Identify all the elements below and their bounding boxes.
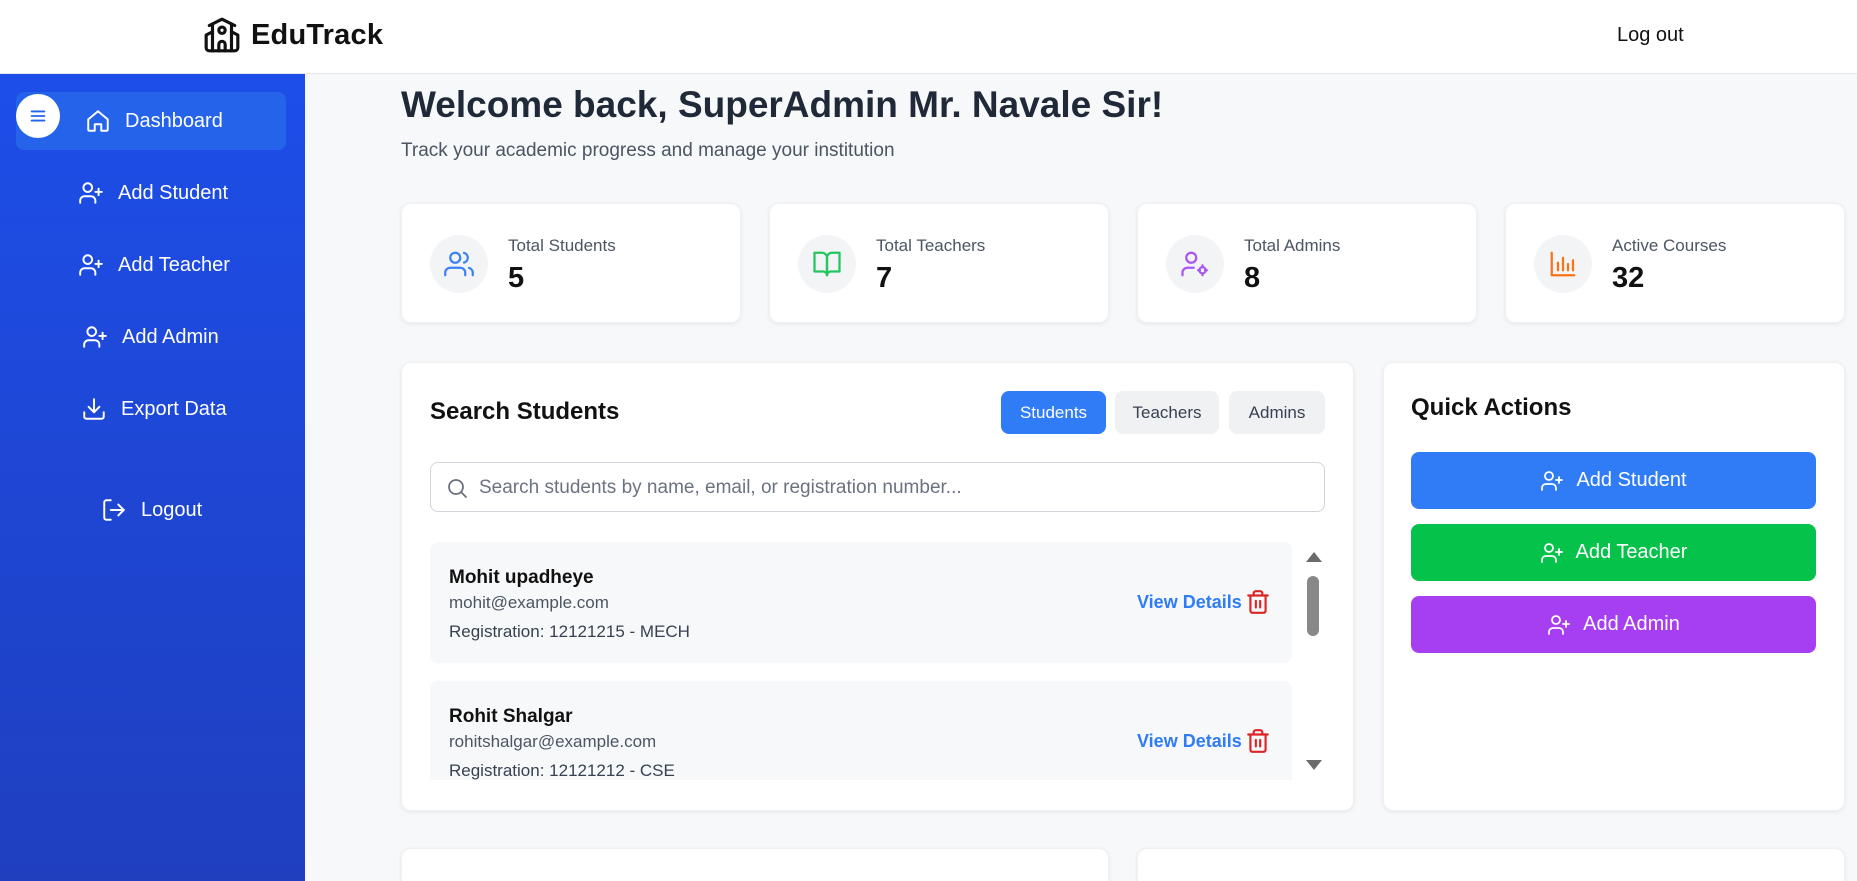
view-details-link[interactable]: View Details <box>1137 592 1242 613</box>
stat-label: Total Admins <box>1244 236 1341 255</box>
download-icon <box>83 398 105 420</box>
student-name: Rohit Shalgar <box>449 706 573 727</box>
search-field[interactable] <box>430 462 1325 512</box>
sidebar-item-add-student[interactable]: Add Student <box>78 180 228 206</box>
bottom-card-right <box>1137 848 1845 881</box>
trash-icon[interactable] <box>1245 589 1271 615</box>
page-subtitle: Track your academic progress and manage … <box>401 140 895 161</box>
list-item: Rohit Shalgar rohitshalgar@example.com R… <box>430 681 1292 780</box>
search-title: Search Students <box>430 398 620 425</box>
tab-students[interactable]: Students <box>1001 391 1106 434</box>
student-email: mohit@example.com <box>449 593 609 612</box>
list-item: Mohit upadheye mohit@example.com Registr… <box>430 542 1292 663</box>
scroll-up-arrow[interactable] <box>1306 552 1322 562</box>
stat-value: 7 <box>876 262 893 294</box>
sidebar-item-add-teacher[interactable]: Add Teacher <box>78 252 230 278</box>
stat-card-admins: Total Admins 8 <box>1137 203 1477 323</box>
user-plus-icon <box>83 326 107 348</box>
scroll-down-arrow[interactable] <box>1306 760 1322 770</box>
book-open-icon <box>813 251 841 277</box>
stat-icon-wrap <box>798 235 856 293</box>
stat-value: 5 <box>508 262 525 294</box>
scroll-thumb[interactable] <box>1307 576 1319 636</box>
stat-icon-wrap <box>1534 235 1592 293</box>
logout-link[interactable]: Log out <box>1617 24 1684 47</box>
results-list[interactable]: Mohit upadheye mohit@example.com Registr… <box>430 540 1295 780</box>
stat-value: 32 <box>1612 262 1645 294</box>
user-plus-icon <box>79 182 103 204</box>
user-plus-icon <box>1541 470 1564 491</box>
menu-icon <box>30 110 46 122</box>
stat-icon-wrap <box>1166 235 1224 293</box>
top-bar: EduTrack Log out <box>0 0 1857 74</box>
quick-add-teacher-button[interactable]: Add Teacher <box>1411 524 1816 581</box>
home-icon <box>87 110 109 132</box>
sidebar-item-label: Add Admin <box>122 325 219 348</box>
quick-add-student-button[interactable]: Add Student <box>1411 452 1816 509</box>
user-cog-icon <box>1181 251 1208 277</box>
student-name: Mohit upadheye <box>449 567 594 588</box>
sidebar-item-label: Add Teacher <box>118 253 230 276</box>
tab-admins[interactable]: Admins <box>1229 391 1325 434</box>
student-email: rohitshalgar@example.com <box>449 732 657 751</box>
stat-card-teachers: Total Teachers 7 <box>769 203 1109 323</box>
button-label: Add Student <box>1576 469 1687 491</box>
sidebar: Dashboard Add Student Add Teacher Add Ad… <box>0 74 305 881</box>
bar-chart-icon <box>1550 251 1576 277</box>
sidebar-item-label: Export Data <box>121 397 227 420</box>
quick-add-admin-button[interactable]: Add Admin <box>1411 596 1816 653</box>
bottom-card-left <box>401 848 1109 881</box>
view-details-link[interactable]: View Details <box>1137 731 1242 752</box>
school-icon <box>204 17 240 53</box>
search-input[interactable] <box>479 473 1309 503</box>
results-scrollbar[interactable] <box>1302 548 1324 774</box>
sidebar-item-add-admin[interactable]: Add Admin <box>82 324 219 350</box>
sidebar-item-logout[interactable]: Logout <box>101 497 202 523</box>
stat-label: Active Courses <box>1612 236 1727 255</box>
user-plus-icon <box>1540 542 1563 563</box>
sidebar-item-export-data[interactable]: Export Data <box>81 396 227 422</box>
student-registration: Registration: 12121212 - CSE <box>449 761 675 780</box>
search-icon <box>448 479 467 498</box>
brand-name: EduTrack <box>251 18 384 51</box>
stat-value: 8 <box>1244 262 1261 294</box>
user-plus-icon <box>79 254 103 276</box>
menu-toggle-button[interactable] <box>16 94 60 138</box>
quick-actions-panel <box>1383 362 1845 811</box>
stat-card-students: Total Students 5 <box>401 203 741 323</box>
brand[interactable]: EduTrack <box>203 16 383 54</box>
stat-label: Total Students <box>508 236 616 255</box>
stat-icon-wrap <box>430 235 488 293</box>
stat-card-courses: Active Courses 32 <box>1505 203 1845 323</box>
sidebar-item-dashboard-link[interactable]: Dashboard <box>85 108 223 134</box>
button-label: Add Admin <box>1583 613 1680 635</box>
users-icon <box>444 251 474 277</box>
trash-icon[interactable] <box>1245 728 1271 754</box>
sidebar-item-label: Logout <box>141 498 203 521</box>
tab-teachers[interactable]: Teachers <box>1115 391 1219 434</box>
stat-label: Total Teachers <box>876 236 986 255</box>
page-title: Welcome back, SuperAdmin Mr. Navale Sir! <box>401 84 1164 125</box>
quick-actions-title: Quick Actions <box>1411 394 1572 421</box>
student-registration: Registration: 12121215 - MECH <box>449 622 690 641</box>
user-plus-icon <box>1548 614 1571 635</box>
button-label: Add Teacher <box>1575 541 1688 563</box>
logout-icon <box>103 499 125 521</box>
sidebar-item-label: Dashboard <box>125 109 223 132</box>
sidebar-item-label: Add Student <box>118 181 229 204</box>
